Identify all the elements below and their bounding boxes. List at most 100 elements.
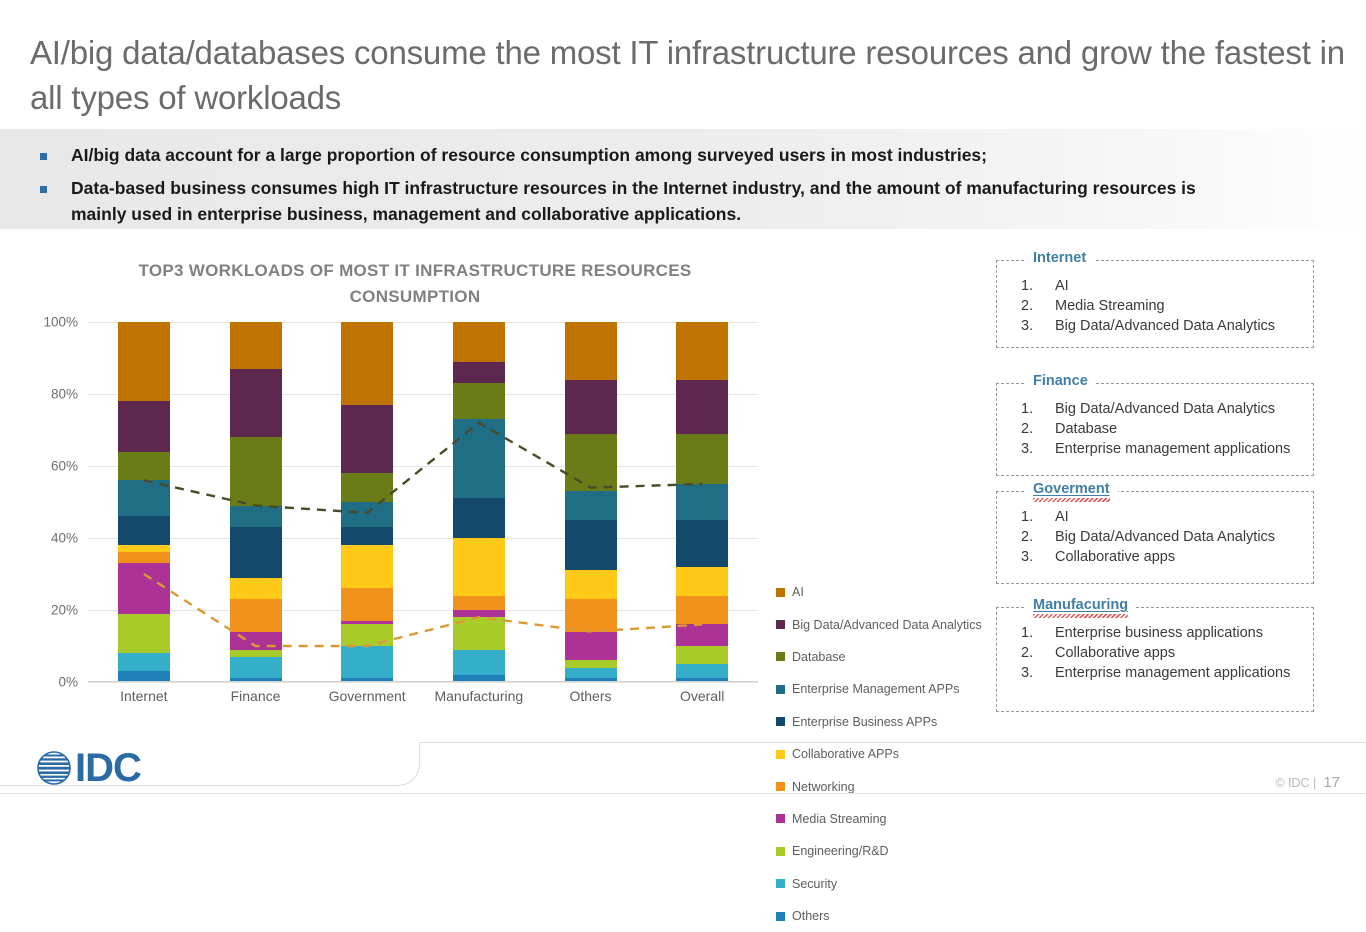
bar-column[interactable] bbox=[117, 322, 170, 682]
bar-segment[interactable] bbox=[117, 545, 170, 553]
bar-segment[interactable] bbox=[117, 563, 170, 614]
list-item-label: AI bbox=[1055, 278, 1069, 294]
bar-segment[interactable] bbox=[564, 631, 617, 661]
bar-segment[interactable] bbox=[452, 649, 505, 675]
bar-segment[interactable] bbox=[564, 570, 617, 600]
bar-segment[interactable] bbox=[452, 617, 505, 650]
legend-item[interactable]: Big Data/Advanced Data Analytics bbox=[776, 608, 991, 640]
legend-item[interactable]: Database bbox=[776, 641, 991, 673]
bar-segment[interactable] bbox=[341, 624, 394, 646]
bar-segment[interactable] bbox=[117, 401, 170, 452]
bar-segment[interactable] bbox=[117, 480, 170, 517]
bar-segment[interactable] bbox=[229, 322, 282, 369]
bar-segment[interactable] bbox=[676, 595, 729, 625]
bar-segment[interactable] bbox=[676, 433, 729, 484]
bar-segment[interactable] bbox=[117, 322, 170, 402]
bar-segment[interactable] bbox=[452, 538, 505, 596]
footer-meta: © IDC | 17 bbox=[1275, 774, 1340, 791]
legend-item[interactable]: Security bbox=[776, 868, 991, 900]
bar-segment[interactable] bbox=[676, 566, 729, 596]
bar-segment[interactable] bbox=[341, 588, 394, 621]
bar-segment[interactable] bbox=[564, 520, 617, 571]
bar-segment[interactable] bbox=[676, 646, 729, 664]
gridline bbox=[88, 682, 758, 683]
legend-item[interactable]: Engineering/R&D bbox=[776, 835, 991, 867]
legend-item[interactable]: Enterprise Management APPs bbox=[776, 673, 991, 705]
industry-top3-list: 1. AI 2. Media Streaming 3. Big Data/Advanced… bbox=[997, 261, 1313, 351]
legend-item[interactable]: AI bbox=[776, 576, 991, 608]
list-item: 3. Collaborative apps bbox=[1021, 548, 1303, 567]
list-item: 2. Database bbox=[1021, 420, 1303, 439]
bullet-text: Data-based business consumes high IT inf… bbox=[71, 178, 1196, 224]
idc-globe-icon bbox=[37, 751, 71, 785]
bar-segment[interactable] bbox=[564, 660, 617, 668]
bar-segment[interactable] bbox=[117, 516, 170, 546]
bar-segment[interactable] bbox=[229, 599, 282, 632]
list-item-number: 3. bbox=[1021, 549, 1034, 565]
bar-segment[interactable] bbox=[229, 437, 282, 506]
bar-segment[interactable] bbox=[452, 595, 505, 610]
bar-segment[interactable] bbox=[452, 322, 505, 362]
list-item-label: Big Data/Advanced Data Analytics bbox=[1055, 529, 1276, 545]
legend-label: Collaborative APPs bbox=[792, 747, 900, 762]
industry-top3-list: 1. AI 2. Big Data/Advanced Data Analytics 3.… bbox=[997, 492, 1313, 582]
bar-segment[interactable] bbox=[564, 379, 617, 434]
bar-segment[interactable] bbox=[452, 361, 505, 384]
bar-segment[interactable] bbox=[229, 505, 282, 528]
bar-segment[interactable] bbox=[452, 383, 505, 420]
bar-segment[interactable] bbox=[452, 419, 505, 499]
bar-segment[interactable] bbox=[341, 646, 394, 679]
legend-item[interactable]: Others bbox=[776, 900, 991, 932]
bar-segment[interactable] bbox=[117, 613, 170, 654]
bar-segment[interactable] bbox=[341, 322, 394, 405]
bar-segment[interactable] bbox=[341, 473, 394, 502]
legend-item[interactable]: Enterprise Business APPs bbox=[776, 706, 991, 738]
bar-segment[interactable] bbox=[564, 433, 617, 492]
bar-segment[interactable] bbox=[452, 498, 505, 538]
legend-label: Networking bbox=[792, 779, 855, 794]
bar-segment[interactable] bbox=[341, 527, 394, 546]
bar-segment[interactable] bbox=[229, 577, 282, 600]
list-item: 3. Enterprise management applications bbox=[1021, 664, 1303, 683]
bar-column[interactable] bbox=[341, 322, 394, 682]
bar-segment[interactable] bbox=[676, 520, 729, 567]
bar-segment[interactable] bbox=[117, 552, 170, 564]
bar-segment[interactable] bbox=[229, 656, 282, 679]
bar-segment[interactable] bbox=[229, 649, 282, 657]
bar-segment[interactable] bbox=[229, 631, 282, 650]
bar-segment[interactable] bbox=[676, 322, 729, 380]
bar-segment[interactable] bbox=[564, 599, 617, 632]
bar-segment[interactable] bbox=[341, 545, 394, 589]
bar-segment[interactable] bbox=[564, 322, 617, 380]
bar-segment[interactable] bbox=[229, 527, 282, 578]
bar-column[interactable] bbox=[452, 322, 505, 682]
bar-segment[interactable] bbox=[564, 491, 617, 520]
legend-label: Enterprise Management APPs bbox=[792, 682, 960, 697]
x-axis-label: Overall bbox=[679, 688, 725, 704]
bar-segment[interactable] bbox=[676, 664, 729, 679]
gridline bbox=[88, 610, 758, 611]
list-item-number: 3. bbox=[1021, 441, 1034, 457]
industry-box: Manufacuring 1. Enterprise business applic… bbox=[996, 597, 1314, 712]
bar-segment[interactable] bbox=[117, 451, 170, 481]
list-item-number: 3. bbox=[1021, 318, 1034, 334]
bar-segment[interactable] bbox=[341, 502, 394, 528]
legend-label: Enterprise Business APPs bbox=[792, 714, 938, 729]
bar-segment[interactable] bbox=[676, 624, 729, 646]
bar-segment[interactable] bbox=[229, 368, 282, 438]
bar-column[interactable] bbox=[229, 322, 282, 682]
x-axis-label: Finance bbox=[230, 688, 281, 704]
bar-segment[interactable] bbox=[676, 484, 729, 520]
bar-segment[interactable] bbox=[341, 620, 394, 625]
list-item-label: Enterprise management applications bbox=[1055, 665, 1291, 681]
legend-item[interactable]: Networking bbox=[776, 770, 991, 802]
legend-item[interactable]: Media Streaming bbox=[776, 803, 991, 835]
bar-segment[interactable] bbox=[564, 667, 617, 679]
bar-segment[interactable] bbox=[341, 404, 394, 474]
bar-segment[interactable] bbox=[676, 379, 729, 434]
industry-box-title: Finance bbox=[1025, 373, 1096, 389]
bar-segment[interactable] bbox=[117, 653, 170, 672]
bar-segment[interactable] bbox=[452, 610, 505, 618]
bar-column[interactable] bbox=[564, 322, 617, 682]
bar-column[interactable] bbox=[676, 322, 729, 682]
